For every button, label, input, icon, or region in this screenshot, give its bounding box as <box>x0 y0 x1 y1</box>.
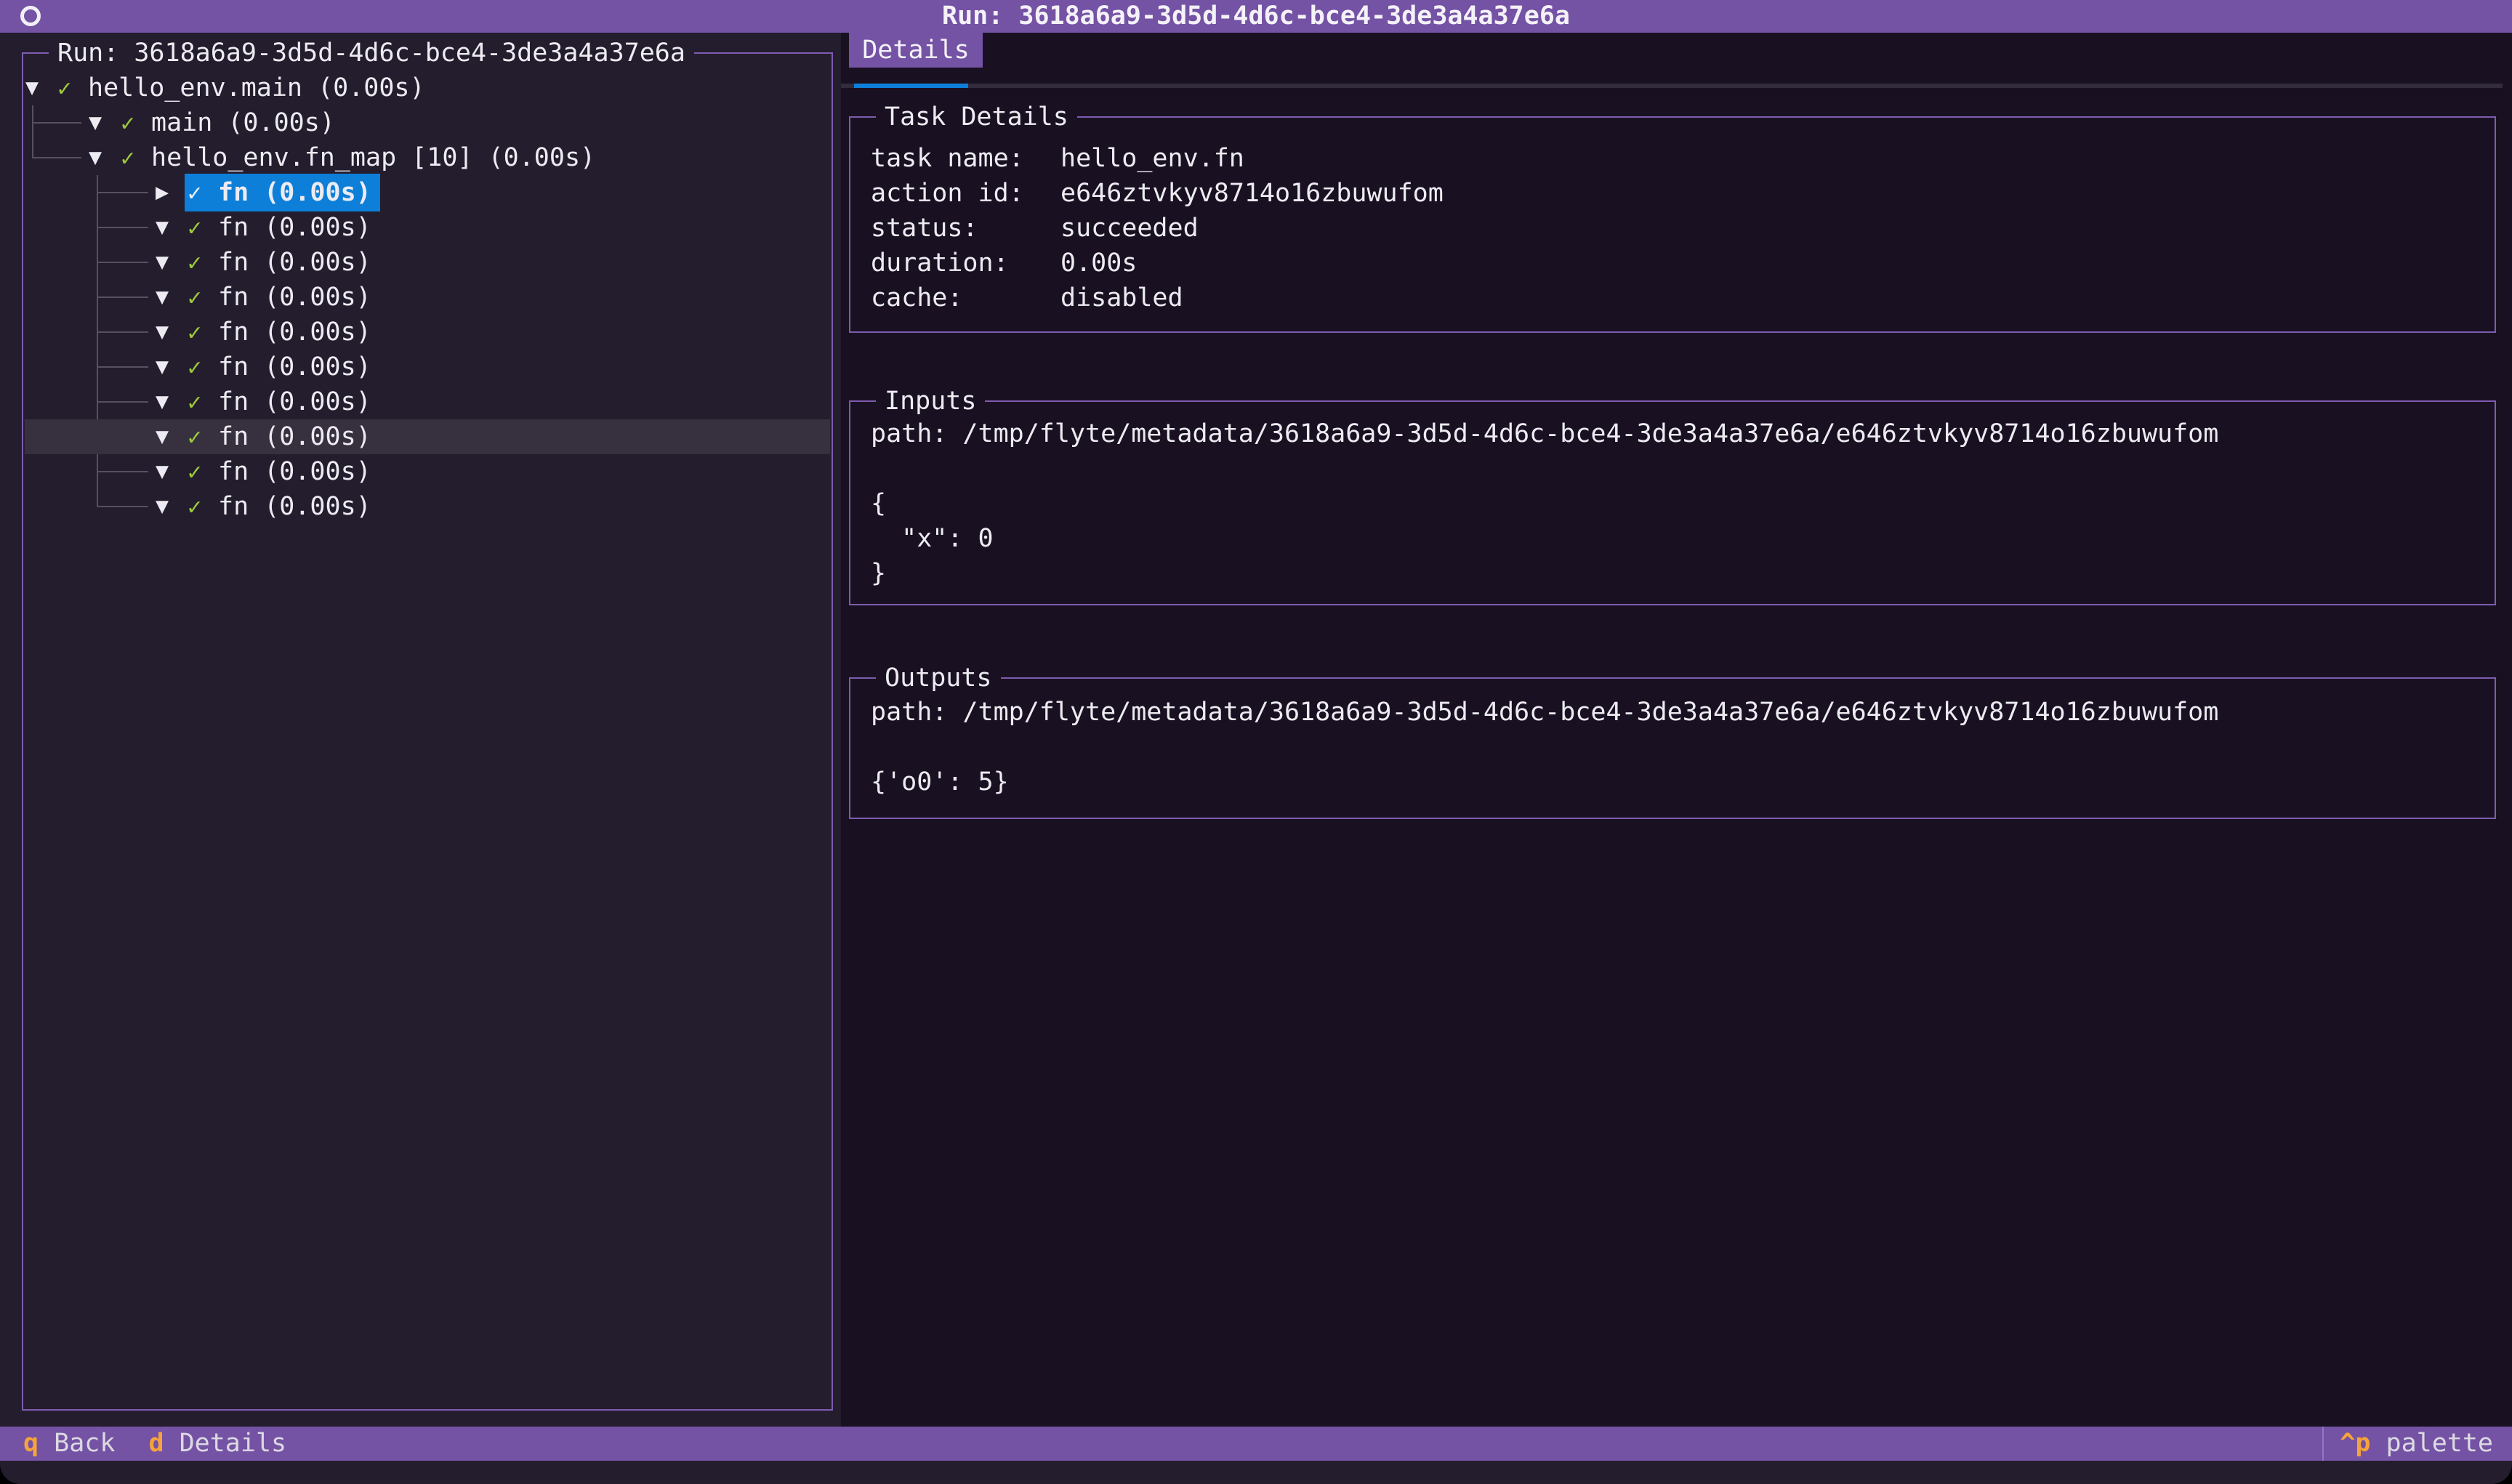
caret-expanded-icon[interactable]: ▼ <box>25 70 57 105</box>
keybinding-hints-right: ^p palette <box>2322 1427 2512 1461</box>
run-title: Run: 3618a6a9-3d5d-4d6c-bce4-3de3a4a37e6… <box>0 0 2512 33</box>
hint-details[interactable]: d Details <box>148 1427 286 1461</box>
hint-label: Details <box>164 1429 287 1458</box>
success-check-icon: ✓ <box>188 454 218 489</box>
inputs-panel: Inputs path: /tmp/flyte/metadata/3618a6a… <box>849 400 2496 605</box>
success-check-icon: ✓ <box>188 384 218 419</box>
success-check-icon: ✓ <box>188 210 218 245</box>
tree-row[interactable]: ▼✓main (0.00s) <box>25 105 830 140</box>
success-check-icon: ✓ <box>188 489 218 524</box>
success-check-icon: ✓ <box>188 350 218 384</box>
keybinding-hints-left: q Back d Details <box>23 1427 320 1461</box>
tree-row-label: fn (0.00s) <box>218 245 371 280</box>
tree-row[interactable]: ▼✓fn (0.00s) <box>25 315 830 350</box>
inputs-content: path: /tmp/flyte/metadata/3618a6a9-3d5d-… <box>850 402 2495 605</box>
outputs-content: path: /tmp/flyte/metadata/3618a6a9-3d5d-… <box>850 679 2495 814</box>
tab-details[interactable]: Details <box>849 33 983 68</box>
field-value: e646ztvkyv8714o16zbuwufom <box>1060 176 1444 211</box>
field-label: cache: <box>871 281 1060 315</box>
hint-palette[interactable]: ^p palette <box>2340 1427 2493 1461</box>
hint-key: q <box>23 1429 39 1458</box>
tree-row-label: fn (0.00s) <box>218 454 371 489</box>
tree-row-label: fn (0.00s) <box>218 350 371 384</box>
hint-label: Back <box>39 1429 115 1458</box>
task-details-title: Task Details <box>876 100 1077 134</box>
tab-underline <box>841 84 2503 88</box>
caret-expanded-icon[interactable]: ▼ <box>156 280 188 315</box>
tree-row-label: hello_env.main (0.00s) <box>88 70 425 105</box>
field-value: succeeded <box>1060 211 1199 246</box>
caret-expanded-icon[interactable]: ▼ <box>156 489 188 524</box>
hint-back[interactable]: q Back <box>23 1427 115 1461</box>
tree-row-label: main (0.00s) <box>151 105 335 140</box>
field-value: hello_env.fn <box>1060 141 1244 176</box>
tree-row[interactable]: ▼✓fn (0.00s) <box>25 489 830 524</box>
caret-expanded-icon[interactable]: ▼ <box>89 140 121 175</box>
task-detail-field: action id:e646ztvkyv8714o16zbuwufom <box>871 176 2474 211</box>
terminal-window: Run: 3618a6a9-3d5d-4d6c-bce4-3de3a4a37e6… <box>0 0 2512 1484</box>
success-check-icon: ✓ <box>57 70 88 105</box>
task-detail-field: cache:disabled <box>871 281 2474 315</box>
caret-expanded-icon[interactable]: ▼ <box>156 454 188 489</box>
tree-row[interactable]: ▼✓fn (0.00s) <box>25 384 830 419</box>
field-label: status: <box>871 211 1060 246</box>
field-value: disabled <box>1060 281 1183 315</box>
tree-row-label: fn (0.00s) <box>218 384 371 419</box>
success-check-icon: ✓ <box>188 280 218 315</box>
caret-collapsed-icon[interactable]: ▶ <box>156 175 188 210</box>
task-detail-field: task name:hello_env.fn <box>871 141 2474 176</box>
success-check-icon: ✓ <box>188 245 218 280</box>
tree-row-label: fn (0.00s) <box>218 315 371 350</box>
title-bar: Run: 3618a6a9-3d5d-4d6c-bce4-3de3a4a37e6… <box>0 0 2512 33</box>
task-details-panel: Task Details task name:hello_env.fnactio… <box>849 116 2496 333</box>
hint-label: palette <box>2370 1429 2493 1458</box>
tree-row-label: fn (0.00s) <box>218 210 371 245</box>
success-check-icon: ✓ <box>121 140 151 175</box>
active-tab-indicator <box>854 84 968 88</box>
inputs-title: Inputs <box>876 384 985 419</box>
tree-row[interactable]: ▼✓fn (0.00s) <box>25 350 830 384</box>
success-check-icon: ✓ <box>188 315 218 350</box>
hint-key: d <box>148 1429 164 1458</box>
outputs-panel: Outputs path: /tmp/flyte/metadata/3618a6… <box>849 677 2496 819</box>
field-value: 0.00s <box>1060 246 1137 281</box>
tree-panel-title: Run: 3618a6a9-3d5d-4d6c-bce4-3de3a4a37e6… <box>49 36 694 70</box>
tree-row[interactable]: ▼✓fn (0.00s) <box>25 419 830 454</box>
run-tree-panel: Run: 3618a6a9-3d5d-4d6c-bce4-3de3a4a37e6… <box>22 52 833 1411</box>
tree-row[interactable]: ▼✓fn (0.00s) <box>25 454 830 489</box>
success-check-icon: ✓ <box>188 419 218 454</box>
status-bar: q Back d Details ^p palette <box>0 1427 2512 1461</box>
success-check-icon: ✓ <box>188 175 218 210</box>
field-label: duration: <box>871 246 1060 281</box>
caret-expanded-icon[interactable]: ▼ <box>156 384 188 419</box>
tree-row[interactable]: ▶✓fn (0.00s) <box>25 175 830 210</box>
tree-row[interactable]: ▼✓hello_env.main (0.00s) <box>25 70 830 105</box>
task-detail-field: status:succeeded <box>871 211 2474 246</box>
tree-row[interactable]: ▼✓fn (0.00s) <box>25 245 830 280</box>
caret-expanded-icon[interactable]: ▼ <box>156 350 188 384</box>
caret-expanded-icon[interactable]: ▼ <box>156 315 188 350</box>
field-label: task name: <box>871 141 1060 176</box>
outputs-title: Outputs <box>876 661 1001 695</box>
tree-row-label: fn (0.00s) <box>218 419 371 454</box>
caret-expanded-icon[interactable]: ▼ <box>89 105 121 140</box>
tree-region: Run: 3618a6a9-3d5d-4d6c-bce4-3de3a4a37e6… <box>0 33 841 1427</box>
success-check-icon: ✓ <box>121 105 151 140</box>
hint-key: ^p <box>2340 1429 2370 1458</box>
caret-expanded-icon[interactable]: ▼ <box>156 419 188 454</box>
field-label: action id: <box>871 176 1060 211</box>
task-details-fields: task name:hello_env.fnaction id:e646ztvk… <box>871 141 2474 315</box>
tree-row[interactable]: ▼✓fn (0.00s) <box>25 210 830 245</box>
tree-row[interactable]: ▼✓fn (0.00s) <box>25 280 830 315</box>
tree-row-label: fn (0.00s) <box>218 489 371 524</box>
tree-row-label: hello_env.fn_map [10] (0.00s) <box>151 140 595 175</box>
tree-row[interactable]: ▼✓hello_env.fn_map [10] (0.00s) <box>25 140 830 175</box>
details-region: Details Task Details task name:hello_env… <box>841 33 2512 1427</box>
caret-expanded-icon[interactable]: ▼ <box>156 210 188 245</box>
caret-expanded-icon[interactable]: ▼ <box>156 245 188 280</box>
tree-row-label: fn (0.00s) <box>218 175 371 210</box>
task-detail-field: duration:0.00s <box>871 246 2474 281</box>
tree-row-label: fn (0.00s) <box>218 280 371 315</box>
